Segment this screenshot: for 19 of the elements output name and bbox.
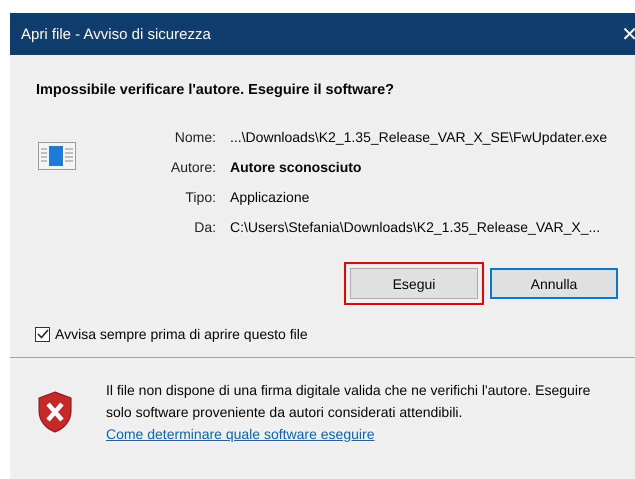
checkbox-label: Avvisa sempre prima di aprire questo file — [55, 326, 308, 342]
checkbox[interactable] — [35, 326, 50, 342]
close-button[interactable]: ✕ — [621, 22, 635, 46]
dialog-heading: Impossibile verificare l'autore. Eseguire il software? — [36, 82, 396, 98]
field-value: C:\Users\Stefania\Downloads\K2_1.35_Release_VAR_X_... — [230, 218, 602, 236]
warning-text: Il file non dispone di una firma digitale valida che ne verifichi l'autore. Eseguire solo software proveniente da autori considerati attendibili. — [106, 381, 592, 422]
field-value: ...\Downloads\K2_1.35_Release_VAR_X_SE\FwUpdater.exe — [230, 128, 608, 146]
field-label: Tipo: — [184, 188, 216, 206]
field-value: Autore sconosciuto — [230, 158, 362, 176]
field-label: Autore: — [170, 158, 216, 176]
application-icon — [38, 142, 76, 170]
window-title: Apri file - Avviso di sicurezza — [21, 26, 211, 42]
shield-error-icon — [38, 391, 72, 433]
dialog-button[interactable]: Esegui — [350, 268, 478, 299]
field-value: Applicazione — [230, 188, 310, 206]
dialog-button[interactable]: Annulla — [490, 268, 618, 299]
help-link[interactable]: Come determinare quale software eseguire — [106, 426, 374, 442]
field-label: Da: — [193, 218, 216, 236]
field-label: Nome: — [174, 128, 216, 146]
